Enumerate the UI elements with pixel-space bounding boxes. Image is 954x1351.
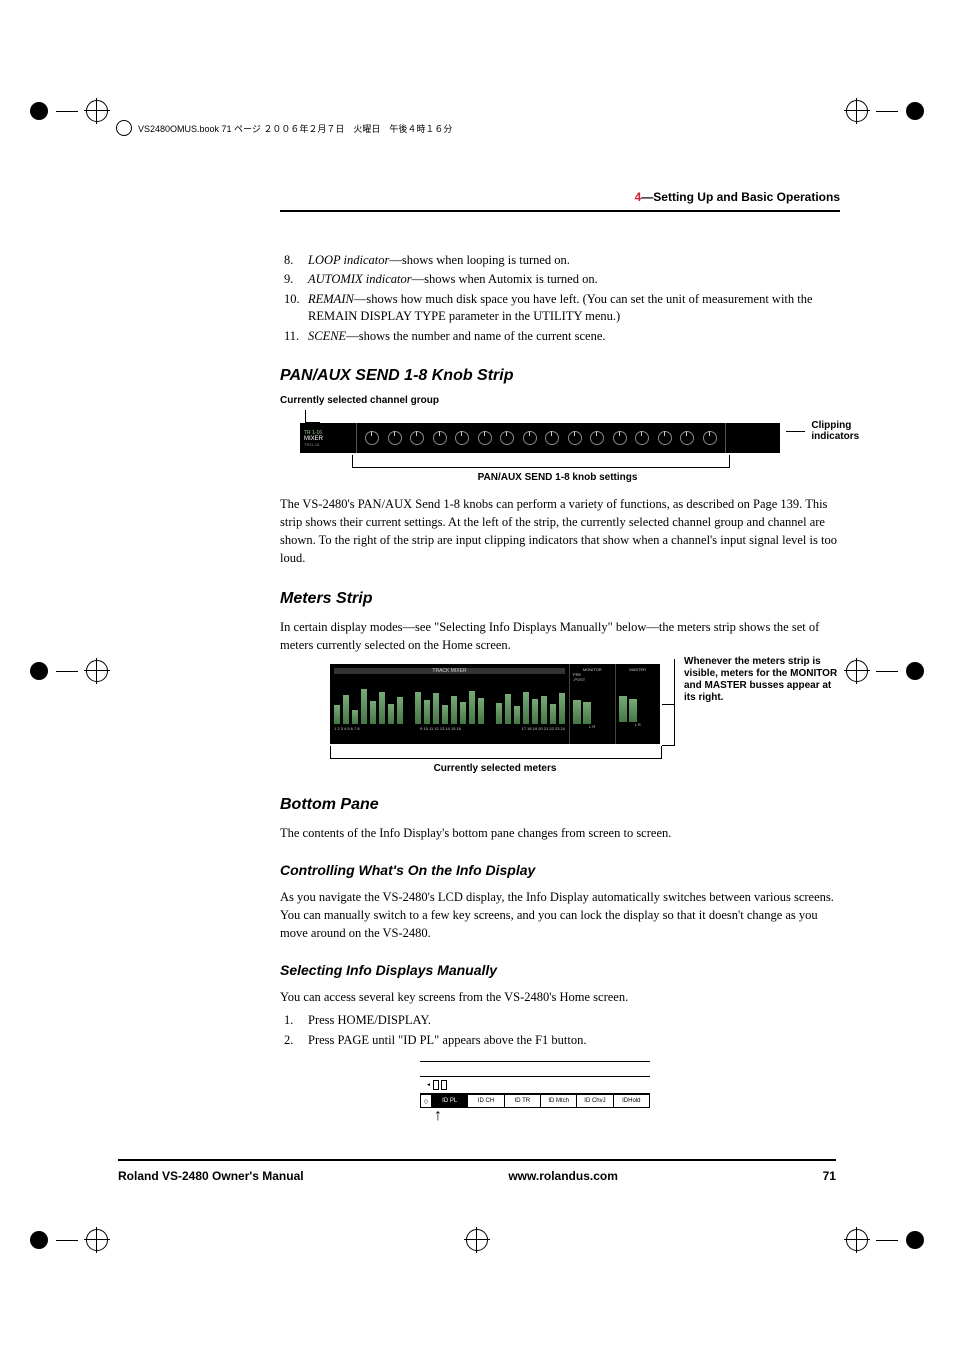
knob-strip-left: TR 1-16 MIXER TR11-16 (300, 423, 357, 453)
reg-mark-bottom-left (30, 1229, 108, 1251)
f2-button: ID CH (467, 1094, 504, 1108)
footer-url: www.rolandus.com (508, 1169, 618, 1183)
chapter-header: 4—Setting Up and Basic Operations (280, 190, 840, 204)
f-button-figure: ◄ ◇ ID PL ID CH ID TR ID Mtch ID ChvJ ID… (420, 1061, 650, 1115)
knob-strip-clip-indicators (725, 423, 780, 453)
meters-para: In certain display modes—see "Selecting … (280, 618, 840, 654)
f6-button: IDHold (613, 1094, 650, 1108)
callout-bracket (352, 455, 730, 468)
meters-figure: TRACK MIXER 1 2 3 4 5 6 7 8 9 10 11 12 1… (320, 664, 830, 774)
page-content: 4—Setting Up and Basic Operations LOOP i… (280, 190, 840, 1115)
monitor-meters: MONITOR PRE -POST L R (569, 664, 615, 744)
master-meters: MASTER L R (615, 664, 661, 744)
controlling-para: As you navigate the VS-2480's LCD displa… (280, 888, 840, 942)
list-item: SCENE—shows the number and name of the c… (280, 328, 840, 346)
pan-row: ◄ (420, 1077, 650, 1094)
knob-strip-figure: Currently selected channel group TR 1-16… (280, 395, 835, 483)
clip-callout: Clipping indicators (786, 420, 870, 442)
reg-mark-top-left (30, 100, 108, 122)
callout-leader-line (674, 659, 675, 723)
book-icon (116, 120, 132, 136)
steps-list: Press HOME/DISPLAY. Press PAGE until "ID… (280, 1012, 840, 1049)
meters-bottom-label: Currently selected meters (320, 763, 670, 774)
reg-mark-mid-left (30, 660, 108, 682)
section-bottom-title: Bottom Pane (280, 796, 840, 814)
f3-button: ID TR (504, 1094, 541, 1108)
bottom-para: The contents of the Info Display's botto… (280, 824, 840, 842)
knob-strip-knobs (357, 423, 725, 453)
footer-page-number: 71 (823, 1169, 836, 1183)
page-footer: Roland VS-2480 Owner's Manual www.roland… (118, 1159, 836, 1183)
track-row (420, 1061, 650, 1077)
f1-button: ID PL (431, 1094, 468, 1108)
reg-mark-top-right (846, 100, 924, 122)
footer-manual-title: Roland VS-2480 Owner's Manual (118, 1169, 304, 1183)
list-item: LOOP indicator—shows when looping is tur… (280, 252, 840, 270)
f5-button: ID ChvJ (576, 1094, 613, 1108)
pan-para: The VS-2480's PAN/AUX Send 1-8 knobs can… (280, 495, 840, 568)
section-pan-title: PAN/AUX SEND 1-8 Knob Strip (280, 367, 840, 385)
f4-button: ID Mtch (540, 1094, 577, 1108)
list-item: Press PAGE until "ID PL" appears above t… (280, 1032, 840, 1050)
reg-mark-mid-right (846, 660, 924, 682)
f-button-row: ◇ ID PL ID CH ID TR ID Mtch ID ChvJ IDHo… (420, 1094, 650, 1108)
feature-list: LOOP indicator—shows when looping is tur… (280, 252, 840, 346)
list-item: Press HOME/DISPLAY. (280, 1012, 840, 1030)
clip-label: Clipping indicators (811, 420, 869, 442)
callout-bracket (305, 410, 320, 423)
meters-image: TRACK MIXER 1 2 3 4 5 6 7 8 9 10 11 12 1… (330, 664, 660, 744)
prepress-file-note: VS2480OMUS.book 71 ページ ２００６年２月７日 火曜日 午後４… (116, 120, 452, 136)
list-item: REMAIN—shows how much disk space you hav… (280, 291, 840, 326)
section-selecting-title: Selecting Info Displays Manually (280, 962, 840, 978)
chapter-title: Setting Up and Basic Operations (653, 190, 840, 204)
reg-mark-bottom-center (466, 1229, 488, 1251)
chapter-underline (280, 210, 840, 212)
list-item: AUTOMIX indicator—shows when Automix is … (280, 271, 840, 289)
reg-mark-bottom-right (846, 1229, 924, 1251)
meters-right-label: Whenever the meters strip is visible, me… (684, 656, 839, 704)
knob-top-label: Currently selected channel group (280, 395, 835, 406)
arrow-up-icon: ↑ (434, 1107, 442, 1125)
knob-strip-image: TR 1-16 MIXER TR11-16 (300, 423, 780, 453)
section-meters-title: Meters Strip (280, 590, 840, 608)
selecting-para: You can access several key screens from … (280, 988, 840, 1006)
section-controlling-title: Controlling What's On the Info Display (280, 862, 840, 878)
knob-bottom-label: PAN/AUX SEND 1-8 knob settings (280, 472, 835, 483)
callout-bracket (330, 746, 662, 759)
